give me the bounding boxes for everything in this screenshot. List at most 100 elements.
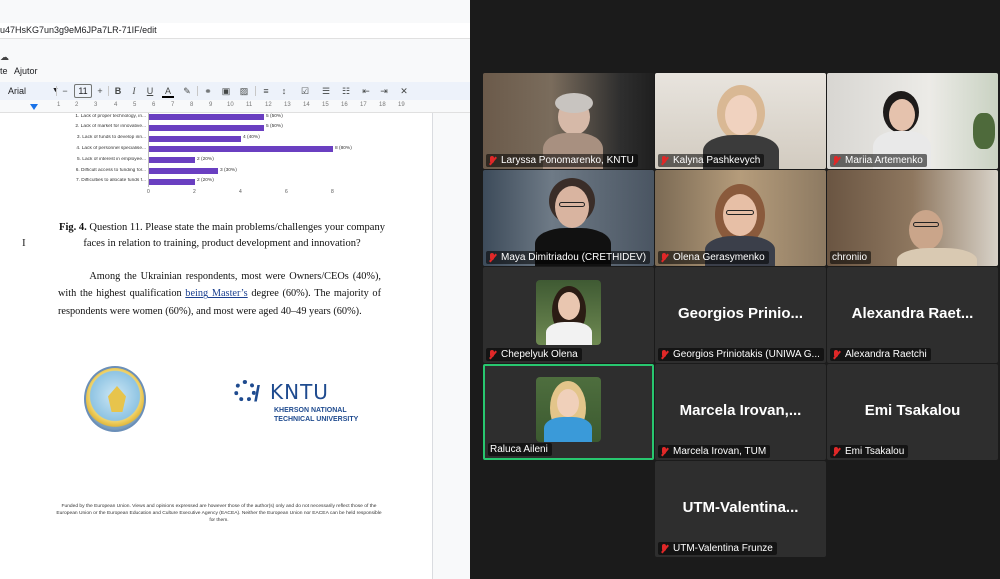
ruler-number: 17: [360, 102, 367, 108]
align-icon[interactable]: ≡: [259, 84, 273, 98]
bulleted-list-icon[interactable]: ☰: [318, 84, 334, 98]
underline-icon[interactable]: U: [144, 84, 156, 98]
participant-tile[interactable]: Mariia Artemenko: [827, 73, 998, 169]
menu-bar: ☁ te Ajutor: [0, 52, 470, 76]
line-spacing-icon[interactable]: ↕: [277, 84, 291, 98]
chart-x-tick-label: 2: [193, 189, 196, 195]
muted-mic-icon: [660, 349, 669, 360]
person-body: [544, 417, 592, 442]
clear-formatting-icon[interactable]: ✕: [398, 84, 410, 98]
participant-tile[interactable]: UTM-Valentina... UTM-Valentina Frunze: [655, 461, 826, 557]
participant-name: Marcela Irovan, TUM: [673, 446, 767, 457]
muted-mic-icon: [660, 543, 669, 554]
chart-value-label: 8 (80%): [335, 145, 352, 151]
numbered-list-icon[interactable]: ☷: [338, 84, 354, 98]
menu-item-help[interactable]: Ajutor: [14, 66, 38, 76]
font-family-value: Arial: [8, 86, 27, 96]
university-seal-logo: [84, 366, 146, 432]
kntu-subtitle: KHERSON NATIONAL TECHNICAL UNIVERSITY: [274, 407, 359, 423]
chart-value-label: 2 (20%): [197, 178, 214, 184]
chart-category-label: 1. Lack of proper technology, in...: [75, 113, 146, 119]
muted-mic-icon: [488, 155, 497, 166]
ruler-number: 7: [171, 102, 175, 108]
participant-tile[interactable]: Marcela Irovan,... Marcela Irovan, TUM: [655, 364, 826, 460]
participant-tile-active-speaker[interactable]: Raluca Aileni: [483, 364, 654, 460]
glasses: [559, 202, 585, 207]
participant-display-name: Alexandra Raet...: [851, 305, 974, 322]
increase-font-size-button[interactable]: +: [95, 84, 105, 98]
chart-value-label: 2 (20%): [197, 156, 214, 162]
person-head: [889, 99, 915, 131]
ruler-number: 12: [265, 102, 272, 108]
participant-display-name: Georgios Prinio...: [677, 305, 804, 322]
participant-tile[interactable]: Kalyna Pashkevych: [655, 73, 826, 169]
participant-tile[interactable]: Laryssa Ponomarenko, KNTU: [483, 73, 654, 169]
muted-mic-icon: [832, 349, 841, 360]
ruler-number: 14: [303, 102, 310, 108]
participant-tile[interactable]: Chepelyuk Olena: [483, 267, 654, 363]
italic-icon[interactable]: I: [128, 84, 140, 98]
menu-item-insert[interactable]: te: [0, 66, 8, 76]
muted-mic-icon: [832, 446, 841, 457]
bold-icon[interactable]: B: [112, 84, 124, 98]
participant-display-name: UTM-Valentina...: [682, 499, 799, 516]
muted-mic-icon: [832, 155, 841, 166]
highlight-pen-icon[interactable]: ✎: [181, 84, 193, 98]
participant-tile[interactable]: Maya Dimitriadou (CRETHIDEV): [483, 170, 654, 266]
person-head: [723, 194, 757, 236]
chart-value-label: 4 (40%): [243, 135, 260, 141]
comment-icon[interactable]: ▣: [219, 84, 233, 98]
divider: [197, 86, 198, 96]
participant-name: Mariia Artemenko: [845, 155, 923, 166]
muted-mic-icon: [660, 252, 669, 263]
body-paragraph: Among the Ukrainian respondents, most we…: [58, 268, 381, 320]
glasses: [913, 222, 939, 227]
participant-tile[interactable]: Georgios Prinio... Georgios Priniotakis …: [655, 267, 826, 363]
participant-tile[interactable]: Alexandra Raet... Alexandra Raetchi: [827, 267, 998, 363]
link-icon[interactable]: ⚭: [201, 84, 215, 98]
font-size-input[interactable]: 11: [74, 84, 92, 98]
kntu-logo-text: KNTU: [270, 380, 329, 404]
divider: [108, 86, 109, 96]
chart-bar: [149, 124, 264, 131]
chart-value-label: 3 (30%): [220, 167, 237, 173]
cloud-icon: ☁: [0, 52, 9, 62]
image-icon[interactable]: ▨: [237, 84, 251, 98]
ruler-number: 19: [398, 102, 405, 108]
increase-indent-icon[interactable]: ⇥: [378, 84, 390, 98]
kntu-logo: / KNTU KHERSON NATIONAL TECHNICAL UNIVER…: [234, 380, 364, 440]
address-bar-url[interactable]: u47HsKG7un3g9eM6JPa7LR-71IF/edit: [0, 25, 157, 35]
participant-name-tag: Marcela Irovan, TUM: [658, 445, 771, 458]
chart-bar: [149, 135, 241, 142]
participant-avatar: [536, 377, 601, 442]
text-cursor-icon: I: [22, 237, 26, 249]
ruler-number: 16: [341, 102, 348, 108]
decrease-font-size-button[interactable]: −: [60, 84, 70, 98]
participant-name: Olena Gerasymenko: [673, 252, 765, 263]
decrease-indent-icon[interactable]: ⇤: [360, 84, 372, 98]
person-head: [725, 95, 757, 135]
document-page[interactable]: 1. Lack of proper technology, in... 5 (50…: [0, 113, 433, 579]
participant-name: Emi Tsakalou: [845, 446, 905, 457]
participant-tile[interactable]: Emi Tsakalou Emi Tsakalou: [827, 364, 998, 460]
indent-marker[interactable]: [30, 104, 38, 110]
participant-name-tag: Maya Dimitriadou (CRETHIDEV): [486, 251, 651, 264]
ruler-number: 8: [190, 102, 194, 108]
google-docs-window: u47HsKG7un3g9eM6JPa7LR-71IF/edit ☁ te Aj…: [0, 0, 470, 579]
plant: [973, 113, 995, 149]
globe-icon: [234, 380, 256, 402]
text-color-icon[interactable]: A: [162, 84, 174, 98]
participant-tile[interactable]: Olena Gerasymenko: [655, 170, 826, 266]
ruler-number: 11: [246, 102, 253, 108]
participant-display-name: Marcela Irovan,...: [679, 402, 802, 419]
chart-x-tick-label: 6: [285, 189, 288, 195]
participant-name: UTM-Valentina Frunze: [673, 543, 773, 554]
ruler[interactable]: 1 2 3 4 5 6 7 8 9 10 11 12 13 14 15 16 1…: [0, 101, 470, 113]
person-body: [897, 248, 977, 266]
participant-tile[interactable]: chroniio: [827, 170, 998, 266]
participant-name: Georgios Priniotakis (UNIWA G...: [673, 349, 820, 360]
underlined-text: being Master’s: [185, 288, 248, 300]
checklist-icon[interactable]: ☑: [297, 84, 313, 98]
font-family-select[interactable]: Arial▼: [8, 84, 59, 98]
address-bar[interactable]: u47HsKG7un3g9eM6JPa7LR-71IF/edit: [0, 23, 470, 39]
